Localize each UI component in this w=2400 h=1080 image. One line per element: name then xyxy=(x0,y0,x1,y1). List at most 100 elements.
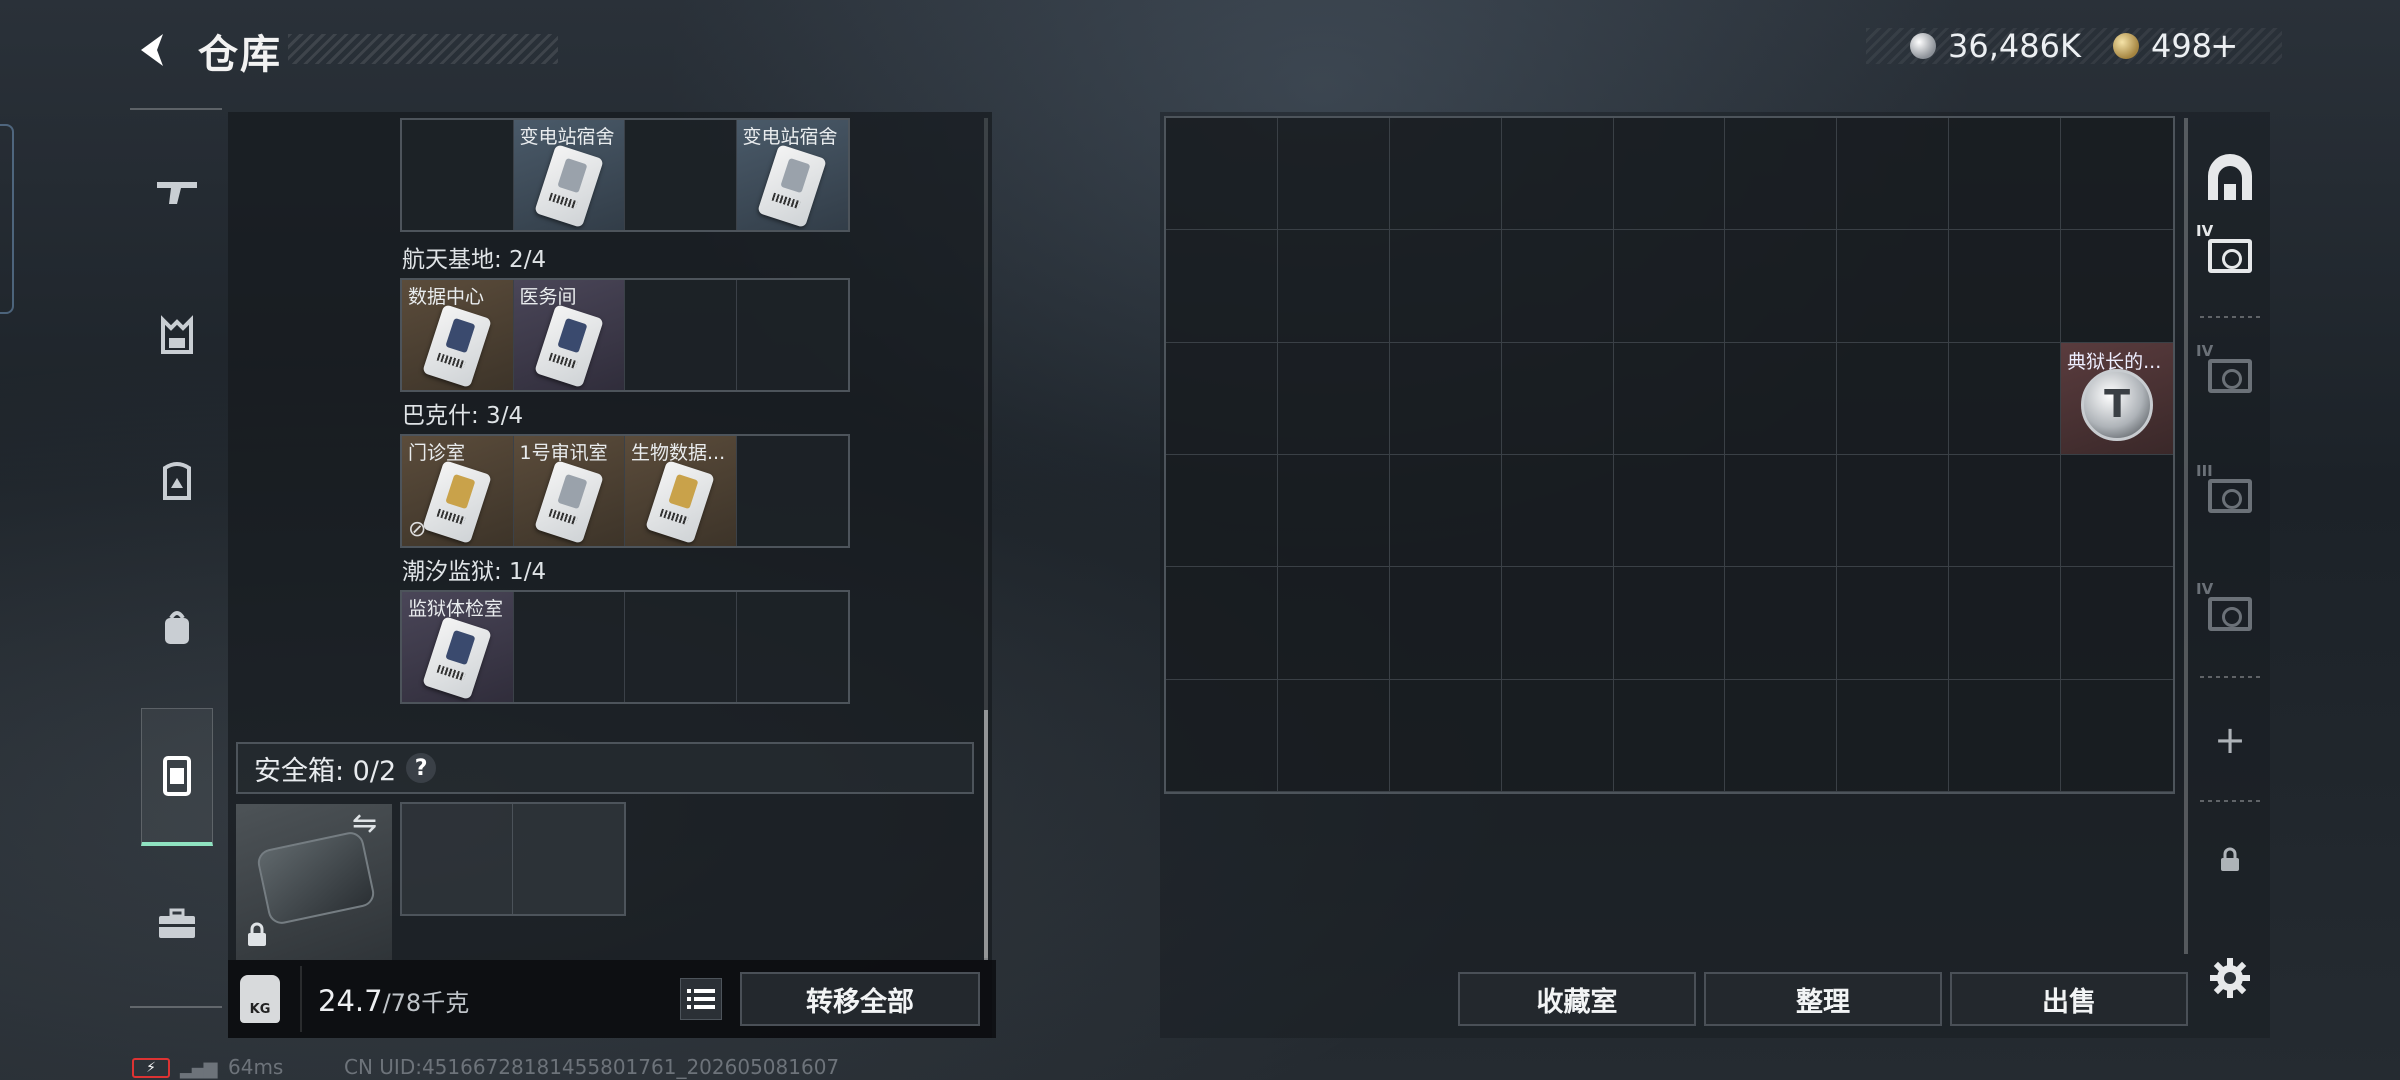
key-slot-empty[interactable] xyxy=(737,592,849,702)
nav-item-keys[interactable] xyxy=(141,740,213,816)
stash-cell[interactable] xyxy=(2061,455,2173,568)
key-slot[interactable]: 变电站宿舍 xyxy=(736,120,848,230)
stash-cell[interactable] xyxy=(1166,118,1278,231)
stash-cell[interactable] xyxy=(1501,567,1614,680)
nav-item-backpack[interactable] xyxy=(141,592,213,668)
swap-icon[interactable]: ⇋ xyxy=(352,806,377,841)
stash-cell[interactable] xyxy=(2061,230,2173,343)
key-slot[interactable]: 监狱体检室 xyxy=(402,592,514,702)
stash-cell[interactable] xyxy=(1613,679,1726,792)
stash-cell[interactable] xyxy=(1389,118,1502,231)
stash-cell[interactable] xyxy=(1837,567,1950,680)
stash-cell[interactable] xyxy=(1277,230,1390,343)
stash-cell[interactable] xyxy=(1613,230,1726,343)
stash-cell[interactable] xyxy=(1725,230,1838,343)
stash-cell[interactable] xyxy=(1613,567,1726,680)
stash-cell[interactable] xyxy=(1725,567,1838,680)
collection-room-button[interactable]: 收藏室 xyxy=(1458,972,1696,1026)
stash-cell[interactable] xyxy=(1613,342,1726,455)
stash-cell[interactable] xyxy=(1949,230,2062,343)
stash-cell[interactable] xyxy=(1277,679,1390,792)
rail-case-1[interactable]: IV xyxy=(2196,222,2260,286)
transfer-all-button[interactable]: 转移全部 xyxy=(740,972,980,1026)
stash-scrollbar[interactable] xyxy=(2184,118,2188,954)
stash-cell[interactable] xyxy=(1277,455,1390,568)
rail-lock[interactable] xyxy=(2200,830,2260,890)
key-slot[interactable]: 变电站宿舍 xyxy=(513,120,625,230)
settings-button[interactable] xyxy=(2200,948,2260,1008)
stash-cell[interactable] xyxy=(1837,342,1950,455)
stash-cell[interactable] xyxy=(1166,230,1278,343)
stash-cell[interactable] xyxy=(1501,679,1614,792)
stash-cell[interactable] xyxy=(1501,230,1614,343)
organize-button[interactable]: 整理 xyxy=(1704,972,1942,1026)
stash-cell[interactable] xyxy=(1166,342,1278,455)
key-slot[interactable]: 数据中心 xyxy=(402,280,514,390)
stash-cell[interactable] xyxy=(2061,567,2173,680)
stash-cell[interactable] xyxy=(1166,679,1278,792)
stash-cell[interactable] xyxy=(1277,342,1390,455)
stash-item[interactable]: 典狱长的... xyxy=(2061,342,2173,455)
key-slot-empty[interactable] xyxy=(625,120,737,230)
stash-cell[interactable] xyxy=(1725,455,1838,568)
key-panel-scroll-thumb[interactable] xyxy=(984,710,988,960)
rail-case-2[interactable]: IV xyxy=(2196,342,2260,406)
key-slot-empty[interactable] xyxy=(402,120,514,230)
safe-slot[interactable] xyxy=(513,804,624,914)
add-currency-button[interactable]: + xyxy=(2210,26,2239,66)
stash-cell[interactable] xyxy=(1277,118,1390,231)
stash-cell[interactable] xyxy=(1837,455,1950,568)
rail-case-4[interactable]: IV xyxy=(2196,580,2260,644)
stash-cell[interactable] xyxy=(1166,567,1278,680)
key-slot-empty[interactable] xyxy=(737,436,849,546)
key-name: 生物数据... xyxy=(631,442,726,464)
key-slot[interactable]: 生物数据... xyxy=(625,436,737,546)
nav-item-weapons[interactable] xyxy=(141,156,213,232)
uid-readout: CN UID:451667281814558017​61_20260508160… xyxy=(344,1055,840,1079)
key-slot-empty[interactable] xyxy=(625,280,737,390)
stash-cell[interactable] xyxy=(1389,455,1502,568)
nav-item-rig[interactable] xyxy=(141,446,213,522)
stash-cell[interactable] xyxy=(1837,679,1950,792)
list-icon xyxy=(687,989,715,1009)
stash-cell[interactable] xyxy=(1949,118,2062,231)
safe-slot[interactable] xyxy=(402,804,513,914)
key-slot-empty[interactable] xyxy=(514,592,625,702)
rail-stash-home[interactable] xyxy=(2200,148,2260,208)
nav-item-armor[interactable] xyxy=(141,300,213,376)
stash-cell[interactable] xyxy=(1837,230,1950,343)
stash-cell[interactable] xyxy=(1389,567,1502,680)
list-view-button[interactable] xyxy=(680,978,722,1020)
back-button[interactable] xyxy=(128,26,178,74)
sell-button[interactable]: 出售 xyxy=(1950,972,2188,1026)
stash-cell[interactable] xyxy=(1277,567,1390,680)
key-slot[interactable]: 1号审讯室 xyxy=(513,436,625,546)
stash-cell[interactable] xyxy=(2061,118,2173,231)
nav-item-toolbox[interactable] xyxy=(141,888,213,964)
key-slot-empty[interactable] xyxy=(625,592,737,702)
stash-cell[interactable] xyxy=(1725,342,1838,455)
stash-cell[interactable] xyxy=(1613,455,1726,568)
stash-cell[interactable] xyxy=(1389,679,1502,792)
stash-cell[interactable] xyxy=(1837,118,1950,231)
add-case-button[interactable]: + xyxy=(2200,710,2260,770)
stash-cell[interactable] xyxy=(2061,680,2173,792)
key-slot[interactable]: 门诊室 ⊘ xyxy=(402,436,514,546)
key-slot[interactable]: 医务间 xyxy=(513,280,625,390)
stash-cell[interactable] xyxy=(1501,455,1614,568)
stash-cell[interactable] xyxy=(1949,679,2062,792)
rail-case-3[interactable]: III xyxy=(2196,462,2260,526)
stash-cell[interactable] xyxy=(1949,567,2062,680)
key-slot-empty[interactable] xyxy=(737,280,849,390)
stash-cell[interactable] xyxy=(1949,342,2062,455)
stash-cell[interactable] xyxy=(1501,118,1614,231)
stash-cell[interactable] xyxy=(1389,230,1502,343)
stash-cell[interactable] xyxy=(1725,679,1838,792)
stash-cell[interactable] xyxy=(1389,342,1502,455)
stash-cell[interactable] xyxy=(1613,118,1726,231)
stash-cell[interactable] xyxy=(1166,455,1278,568)
help-button[interactable]: ? xyxy=(406,753,437,783)
stash-cell[interactable] xyxy=(1949,455,2062,568)
stash-cell[interactable] xyxy=(1725,118,1838,231)
stash-cell[interactable] xyxy=(1501,342,1614,455)
